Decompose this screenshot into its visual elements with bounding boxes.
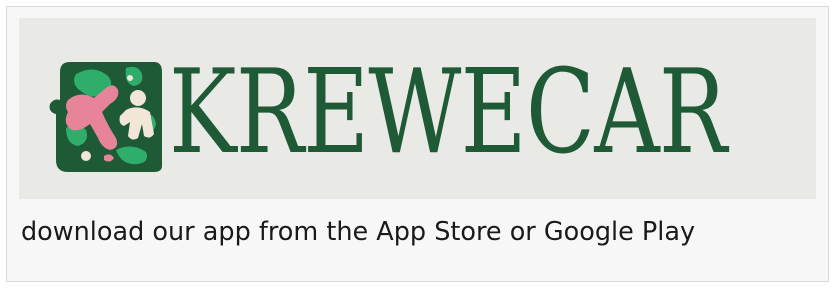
app-download-card: KREWECAR download our app from the App S… [6, 6, 829, 282]
krewecar-logo-icon [49, 62, 162, 172]
brand-wordmark: KREWECAR [169, 45, 727, 180]
download-caption: download our app from the App Store or G… [21, 217, 696, 247]
logo-banner: KREWECAR [19, 18, 816, 199]
